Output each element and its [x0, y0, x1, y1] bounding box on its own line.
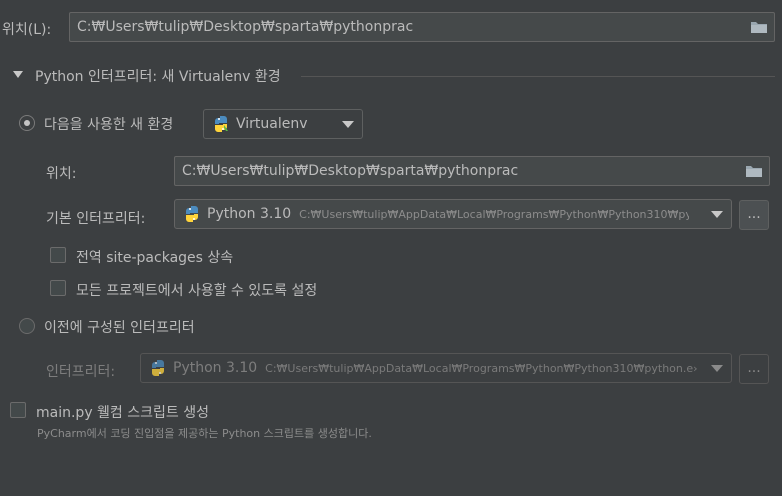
welcome-script-hint: PyCharm에서 코딩 진입점을 제공하는 Python 스크립트를 생성합니… — [37, 427, 372, 440]
virtualenv-icon — [212, 115, 230, 133]
env-type-value: Virtualenv — [236, 116, 308, 132]
location-label: 위치(L): — [2, 22, 52, 38]
section-title: Python 인터프리터: 새 Virtualenv 환경 — [35, 69, 281, 85]
python-icon — [149, 359, 167, 377]
base-interpreter-browse-button[interactable]: ... — [739, 200, 769, 230]
env-type-select[interactable]: Virtualenv — [203, 109, 363, 139]
existing-interpreter-radio[interactable] — [19, 318, 35, 334]
existing-interpreter-select[interactable]: Python 3.10 C:₩Users₩tulip₩AppData₩Local… — [140, 353, 732, 383]
python-icon — [183, 205, 201, 223]
collapse-triangle-icon[interactable] — [13, 71, 23, 78]
inherit-site-packages-checkbox[interactable] — [50, 247, 66, 263]
folder-icon[interactable] — [750, 20, 768, 38]
section-divider — [301, 76, 775, 77]
base-interpreter-label: 기본 인터프리터: — [46, 211, 146, 227]
base-interpreter-select[interactable]: Python 3.10 C:₩Users₩tulip₩AppData₩Local… — [174, 199, 732, 229]
venv-location-value: C:₩Users₩tulip₩Desktop₩sparta₩pythonprac — [182, 163, 519, 179]
inherit-site-packages-label: 전역 site-packages 상속 — [76, 250, 234, 266]
chevron-down-icon — [711, 211, 723, 218]
make-available-label: 모든 프로젝트에서 사용할 수 있도록 설정 — [76, 283, 318, 299]
location-value: C:₩Users₩tulip₩Desktop₩sparta₩pythonprac — [77, 19, 414, 35]
interpreter-label: 인터프리터: — [46, 364, 116, 380]
chevron-down-icon — [711, 365, 723, 372]
chevron-down-icon — [342, 121, 354, 128]
location-input[interactable]: C:₩Users₩tulip₩Desktop₩sparta₩pythonprac — [69, 12, 775, 42]
base-interpreter-name: Python 3.10 — [207, 206, 292, 222]
welcome-script-label: main.py 웰컴 스크립트 생성 — [36, 405, 209, 421]
welcome-script-checkbox[interactable] — [10, 402, 26, 418]
venv-location-input[interactable]: C:₩Users₩tulip₩Desktop₩sparta₩pythonprac — [174, 156, 770, 186]
existing-interpreter-name: Python 3.10 — [173, 360, 258, 376]
new-env-radio[interactable] — [19, 115, 35, 131]
make-available-checkbox[interactable] — [50, 280, 66, 296]
new-env-label: 다음을 사용한 새 환경 — [44, 117, 174, 133]
folder-icon[interactable] — [745, 164, 763, 182]
existing-interpreter-path: C:₩Users₩tulip₩AppData₩Local₩Programs₩Py… — [265, 361, 698, 375]
existing-interpreter-label: 이전에 구성된 인터프리터 — [44, 320, 195, 336]
existing-interpreter-browse-button[interactable]: ... — [739, 354, 769, 384]
base-interpreter-path: C:₩Users₩tulip₩AppData₩Local₩Programs₩Py… — [299, 207, 690, 221]
venv-location-label: 위치: — [46, 166, 77, 182]
